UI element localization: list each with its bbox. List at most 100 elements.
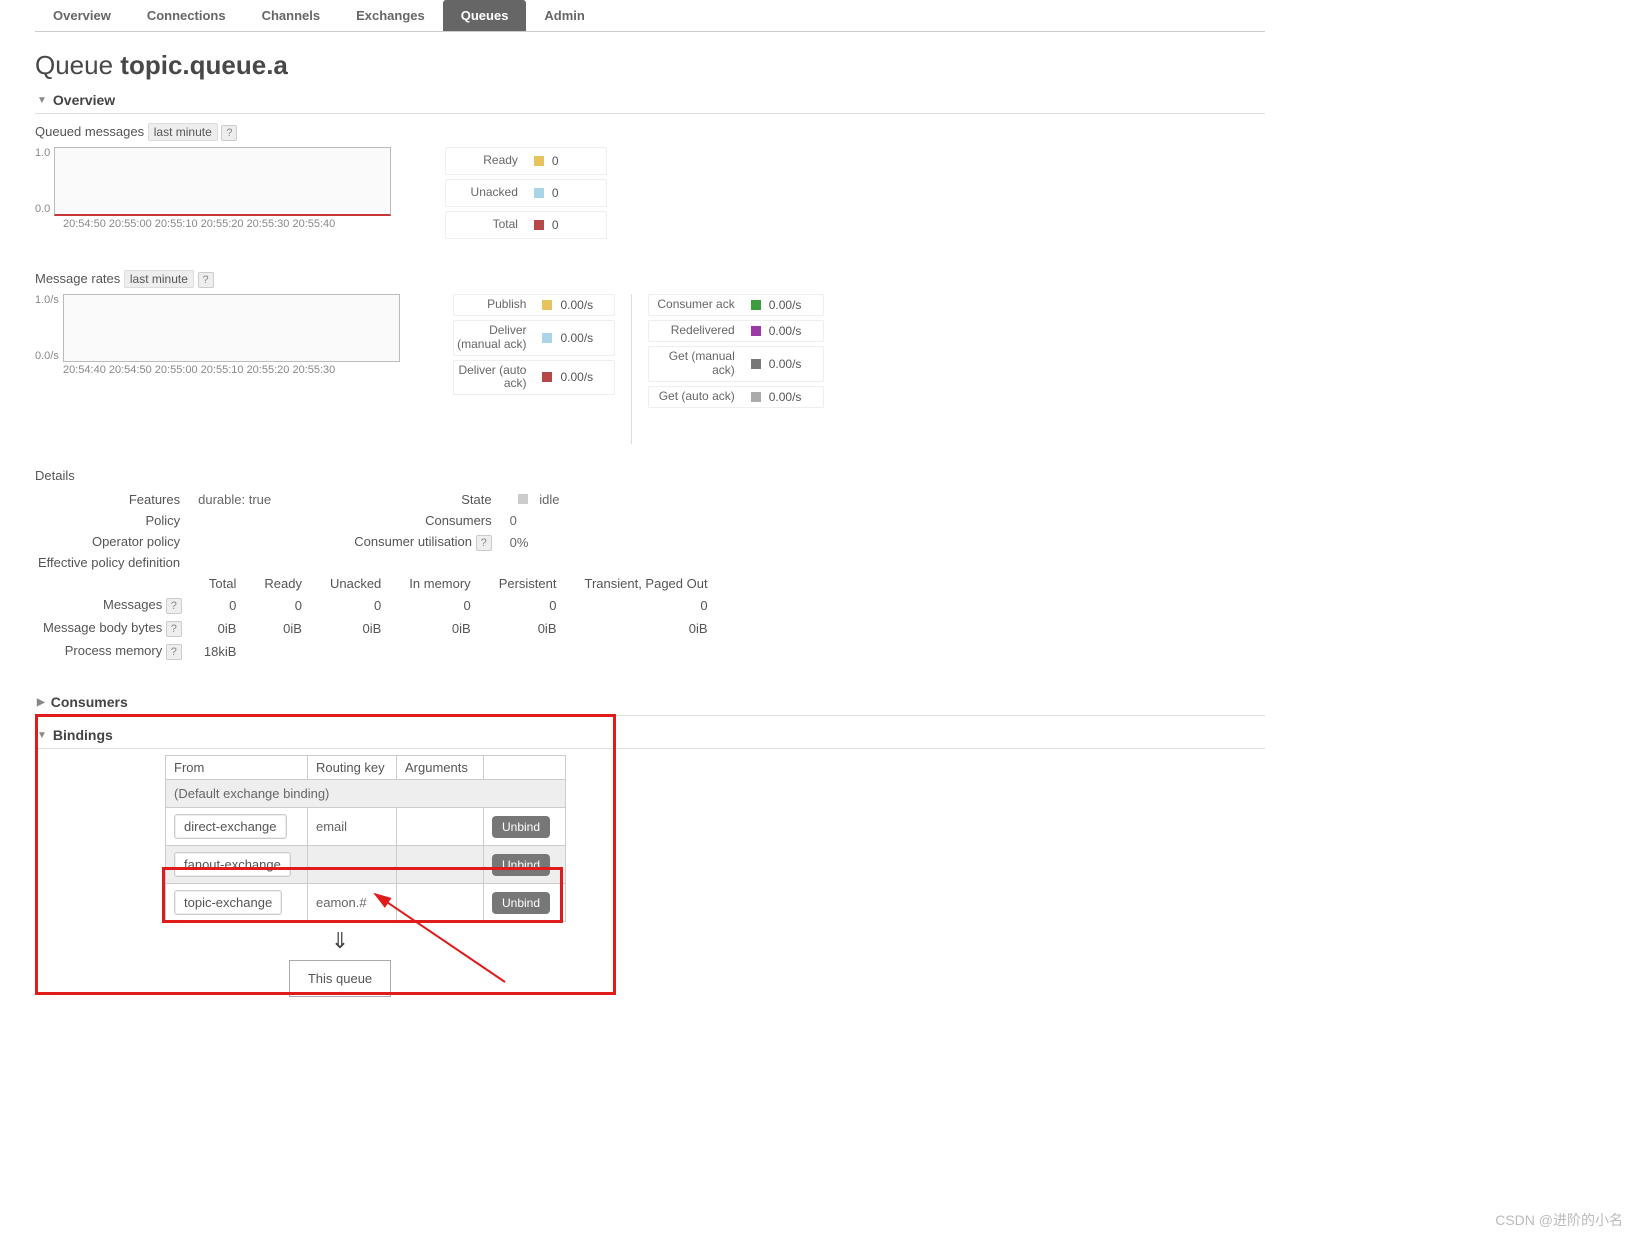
legend-swatch-icon	[751, 326, 761, 336]
details-label: Details	[35, 468, 1265, 483]
legend-swatch-icon	[542, 333, 552, 343]
legend-row: Deliver (auto ack) 0.00/s	[453, 360, 615, 396]
binding-row: direct-exchange email Unbind	[166, 808, 566, 846]
y-bot: 0.0/s	[35, 350, 59, 362]
watermark: CSDN @进阶的小名	[1495, 1210, 1623, 1230]
legend-row: Unacked 0	[445, 179, 607, 207]
legend-value: 0.00/s	[560, 298, 614, 312]
legend-value: 0	[552, 218, 606, 232]
unbind-button[interactable]: Unbind	[492, 816, 550, 838]
queue-name: topic.queue.a	[120, 50, 288, 80]
legend-swatch-icon	[542, 300, 552, 310]
tab-connections[interactable]: Connections	[129, 0, 244, 31]
binding-arguments	[397, 808, 484, 846]
legend-label: Consumer ack	[649, 298, 743, 312]
triangle-right-icon: ▶	[37, 697, 45, 708]
tab-queues[interactable]: Queues	[443, 0, 527, 31]
binding-row: topic-exchangeeamon.#Unbind	[166, 884, 566, 922]
legend-label: Get (auto ack)	[649, 390, 743, 404]
y-top: 1.0	[35, 147, 50, 159]
triangle-down-icon: ▼	[37, 95, 47, 106]
chart-canvas	[63, 294, 400, 362]
chart-canvas	[54, 147, 391, 216]
rates-label: Message rates last minute ?	[35, 271, 1265, 288]
legend-value: 0	[552, 186, 606, 200]
binding-row: fanout-exchange Unbind	[166, 846, 566, 884]
legend-row: Redelivered 0.00/s	[648, 320, 824, 342]
legend-row: Ready 0	[445, 147, 607, 175]
unbind-button[interactable]: Unbind	[492, 892, 550, 914]
binding-routing-key: email	[308, 808, 397, 846]
legend-value: 0.00/s	[769, 357, 823, 371]
help-icon[interactable]: ?	[166, 621, 182, 637]
section-bindings-header[interactable]: ▼ Bindings	[35, 722, 1265, 749]
legend-separator	[631, 294, 632, 444]
x-ticks: 20:54:50 20:55:00 20:55:10 20:55:20 20:5…	[63, 218, 391, 230]
tab-admin[interactable]: Admin	[526, 0, 602, 31]
legend-row: Deliver (manual ack) 0.00/s	[453, 320, 615, 356]
binding-from-link[interactable]: direct-exchange	[174, 814, 287, 839]
legend-value: 0.00/s	[769, 324, 823, 338]
legend-value: 0	[552, 154, 606, 168]
legend-swatch-icon	[751, 300, 761, 310]
help-icon[interactable]: ?	[166, 598, 182, 614]
range-tag[interactable]: last minute	[124, 270, 194, 288]
legend-row: Total 0	[445, 211, 607, 239]
legend-label: Publish	[454, 298, 534, 312]
y-bot: 0.0	[35, 203, 50, 215]
default-binding-row: (Default exchange binding)	[166, 780, 566, 808]
legend-swatch-icon	[751, 359, 761, 369]
legend-swatch-icon	[534, 220, 544, 230]
legend-value: 0.00/s	[769, 298, 823, 312]
rates-legend-a: Publish0.00/sDeliver (manual ack)0.00/sD…	[453, 294, 615, 399]
tab-exchanges[interactable]: Exchanges	[338, 0, 443, 31]
unbind-button[interactable]: Unbind	[492, 854, 550, 876]
help-icon[interactable]: ?	[166, 644, 182, 660]
tab-channels[interactable]: Channels	[244, 0, 339, 31]
queued-messages-label: Queued messages last minute ?	[35, 124, 1265, 141]
y-top: 1.0/s	[35, 294, 59, 306]
title-prefix: Queue	[35, 50, 120, 80]
legend-label: Total	[446, 218, 526, 232]
this-queue-box: This queue	[289, 960, 391, 997]
legend-label: Deliver (auto ack)	[454, 364, 534, 392]
help-icon[interactable]: ?	[476, 535, 492, 551]
binding-arguments	[397, 884, 484, 922]
queued-chart: 1.0 0.0 20:54:50 20:55:00 20:55:10 20:55…	[35, 147, 391, 230]
rates-legend-b: Consumer ack0.00/sRedelivered0.00/sGet (…	[648, 294, 824, 412]
section-consumers-label: Consumers	[51, 694, 128, 710]
rates-chart: 1.0/s 0.0/s 20:54:40 20:54:50 20:55:00 2…	[35, 294, 400, 376]
queued-legend: Ready 0 Unacked 0 Total 0	[445, 147, 607, 243]
triangle-down-icon: ▼	[37, 730, 47, 741]
help-icon[interactable]: ?	[221, 125, 237, 141]
page-title: Queue topic.queue.a	[35, 50, 1265, 81]
section-overview-header[interactable]: ▼ Overview	[35, 87, 1265, 114]
section-bindings-label: Bindings	[53, 727, 113, 743]
x-ticks: 20:54:40 20:54:50 20:55:00 20:55:10 20:5…	[63, 364, 400, 376]
section-overview-label: Overview	[53, 92, 115, 108]
legend-swatch-icon	[534, 156, 544, 166]
arrow-down-icon: ⇓	[165, 928, 515, 954]
legend-label: Deliver (manual ack)	[454, 324, 534, 352]
legend-row: Get (auto ack)0.00/s	[648, 386, 824, 408]
binding-from-link[interactable]: topic-exchange	[174, 890, 282, 915]
legend-swatch-icon	[751, 392, 761, 402]
binding-from-link[interactable]: fanout-exchange	[174, 852, 291, 877]
legend-label: Ready	[446, 154, 526, 168]
legend-swatch-icon	[542, 372, 552, 382]
legend-swatch-icon	[534, 188, 544, 198]
nav-tabs: Overview Connections Channels Exchanges …	[35, 0, 1265, 32]
legend-value: 0.00/s	[560, 331, 614, 345]
section-consumers-header[interactable]: ▶ Consumers	[35, 689, 1265, 716]
legend-row: Get (manual ack)0.00/s	[648, 346, 824, 382]
details-left: Featuresdurable: true Policy Operator po…	[35, 489, 279, 573]
legend-value: 0.00/s	[560, 370, 614, 384]
stats-table: TotalReadyUnackedIn memoryPersistentTran…	[35, 573, 722, 663]
help-icon[interactable]: ?	[198, 272, 214, 288]
binding-arguments	[397, 846, 484, 884]
range-tag[interactable]: last minute	[148, 123, 218, 141]
bindings-table: FromRouting keyArguments(Default exchang…	[165, 755, 566, 922]
legend-label: Unacked	[446, 186, 526, 200]
legend-label: Redelivered	[649, 324, 743, 338]
tab-overview[interactable]: Overview	[35, 0, 129, 31]
